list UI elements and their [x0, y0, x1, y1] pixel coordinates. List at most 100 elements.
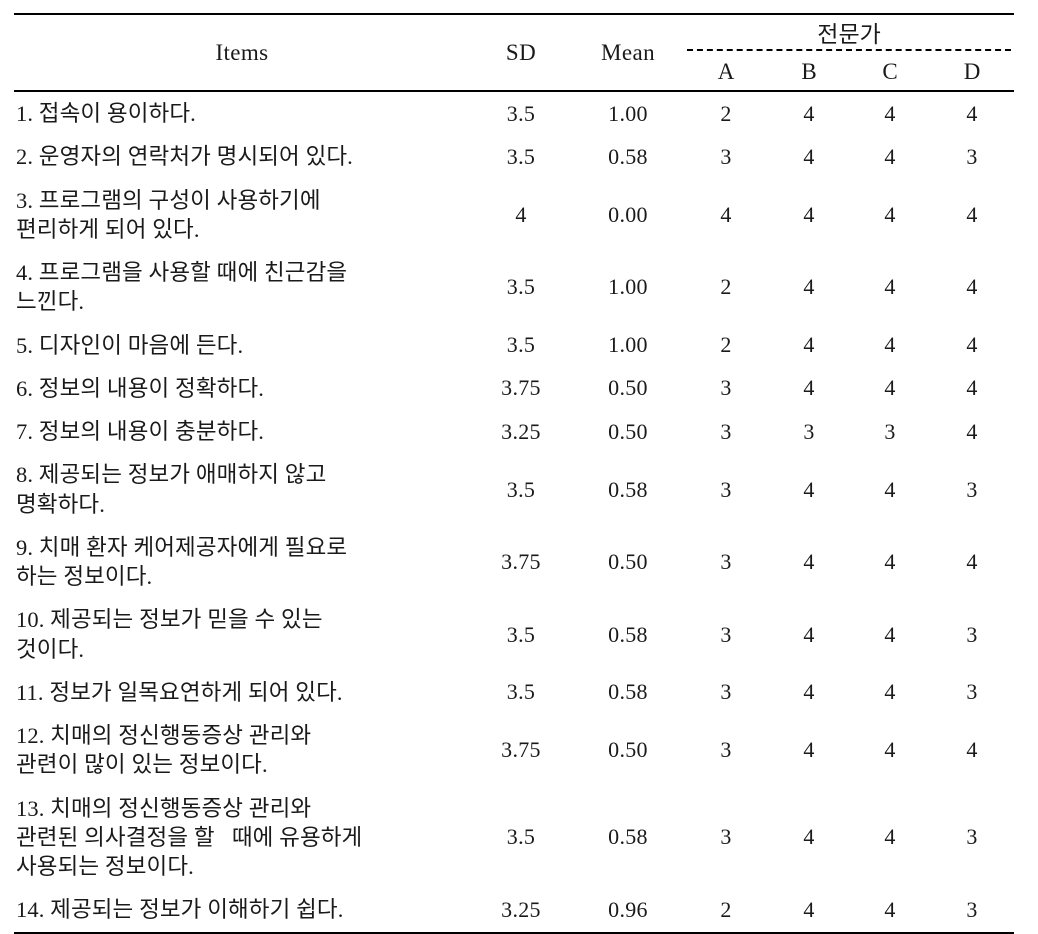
- cell-d: 3: [966, 824, 978, 850]
- cell-item: 6. 정보의 내용이 정확하다.: [16, 375, 264, 401]
- cell-a: 3: [720, 737, 732, 763]
- cell-item: 1. 접속이 용이하다.: [16, 101, 196, 126]
- table-row: 8. 제공되는 정보가 애매하지 않고 명확하다. 3.5 0.58 3 4 4 3: [14, 453, 1014, 526]
- cell-a: 4: [720, 201, 732, 227]
- table-row: 14. 제공되는 정보가 이해하기 쉽다. 3.25 0.96 2 4 4 3: [14, 888, 1015, 933]
- cell-sd: 3.25: [501, 896, 541, 922]
- cell-c: 4: [884, 143, 896, 169]
- cell-mean: 0.96: [608, 896, 648, 922]
- cell-sd: 3.5: [506, 621, 536, 647]
- cell-sd: 3.25: [501, 418, 541, 444]
- cell-b: 4: [803, 100, 815, 126]
- cell-b: 4: [803, 737, 815, 763]
- cell-a: 2: [720, 332, 732, 358]
- evaluation-table: Items SD Mean 전문가 A B C D 1. 접속이 용이하다. 3.…: [14, 13, 1015, 934]
- cell-item: 13. 치매의 정신행동증상 관리와 관련된 의사결정을 할 때에 유용하게 사…: [16, 795, 363, 880]
- cell-item: 5. 디자인이 마음에 든다.: [16, 332, 244, 358]
- cell-b: 4: [803, 375, 815, 401]
- cell-sd: 3.75: [501, 375, 541, 401]
- cell-d: 3: [966, 476, 978, 502]
- cell-a: 3: [720, 418, 732, 444]
- cell-d: 3: [966, 896, 978, 922]
- cell-mean: 1.00: [608, 332, 648, 358]
- table-row: 5. 디자인이 마음에 든다. 3.5 1.00 2 4 4 4: [14, 324, 1014, 367]
- table-row: 9. 치매 환자 케어제공자에게 필요로 하는 정보이다. 3.75 0.50 3 4 4…: [14, 526, 1014, 599]
- cell-a: 3: [720, 621, 732, 647]
- cell-item: 7. 정보의 내용이 충분하다.: [16, 419, 264, 444]
- cell-b: 4: [803, 476, 815, 502]
- cell-sd: 3.5: [506, 476, 536, 502]
- cell-sd: 3.5: [506, 679, 536, 705]
- cell-item: 4. 프로그램을 사용할 때에 친근감을 느낀다.: [16, 260, 348, 315]
- table-row: 2. 운영자의 연락처가 명시되어 있다. 3.5 0.58 3 4 4 3: [14, 135, 1014, 178]
- cell-mean: 1.00: [608, 100, 648, 126]
- cell-d: 4: [966, 737, 978, 763]
- cell-c: 4: [884, 549, 896, 574]
- cell-d: 4: [966, 100, 978, 126]
- cell-item: 12. 치매의 정신행동증상 관리와 관련이 많이 있는 정보이다.: [16, 723, 312, 778]
- column-header-d: D: [963, 59, 981, 84]
- cell-mean: 0.58: [608, 679, 648, 705]
- column-group-header-expert: 전문가: [684, 14, 1014, 54]
- cell-sd: 3.75: [501, 737, 541, 763]
- cell-item: 11. 정보가 일목요연하게 되어 있다.: [16, 679, 343, 705]
- cell-mean: 0.50: [608, 375, 648, 401]
- cell-b: 4: [803, 274, 815, 300]
- table-row: 3. 프로그램의 구성이 사용하기에 편리하게 되어 있다. 4 0.00 4 4 4 4: [14, 179, 1014, 252]
- column-group-header-expert-label: 전문가: [817, 22, 881, 47]
- cell-d: 4: [966, 418, 978, 444]
- cell-c: 4: [884, 375, 896, 401]
- cell-d: 4: [966, 549, 978, 574]
- header-row-top: Items SD Mean 전문가: [14, 14, 1015, 65]
- cell-a: 3: [720, 679, 732, 705]
- table-row: 1. 접속이 용이하다. 3.5 1.00 2 4 4 4: [14, 91, 1014, 135]
- cell-mean: 0.58: [608, 143, 648, 169]
- cell-c: 4: [884, 100, 896, 126]
- cell-c: 3: [884, 418, 896, 444]
- cell-d: 3: [966, 143, 978, 169]
- cell-c: 4: [884, 896, 896, 922]
- cell-mean: 1.00: [608, 274, 648, 300]
- cell-a: 3: [720, 143, 732, 169]
- cell-b: 4: [803, 143, 815, 169]
- cell-d: 3: [966, 621, 978, 647]
- cell-c: 4: [884, 621, 896, 647]
- cell-c: 4: [884, 476, 896, 502]
- cell-mean: 0.00: [608, 201, 648, 227]
- cell-d: 4: [966, 201, 978, 227]
- cell-b: 4: [803, 824, 815, 850]
- column-header-b: B: [801, 59, 817, 84]
- table-container: Items SD Mean 전문가 A B C D 1. 접속이 용이하다. 3.…: [14, 13, 1015, 934]
- cell-mean: 0.50: [608, 737, 648, 763]
- cell-a: 2: [720, 100, 732, 126]
- cell-d: 4: [966, 274, 978, 300]
- table-body: 1. 접속이 용이하다. 3.5 1.00 2 4 4 4 2. 운영자의 연락처가 명시되어…: [14, 91, 1015, 933]
- column-header-a: A: [717, 59, 735, 84]
- table-row: 11. 정보가 일목요연하게 되어 있다. 3.5 0.58 3 4 4 3: [14, 671, 1014, 714]
- cell-sd: 3.5: [506, 143, 536, 169]
- cell-mean: 0.58: [608, 621, 648, 647]
- table-page: Items SD Mean 전문가 A B C D 1. 접속이 용이하다. 3.…: [0, 0, 1038, 933]
- cell-c: 4: [884, 679, 896, 705]
- cell-d: 4: [966, 332, 978, 358]
- cell-sd: 3.75: [501, 549, 541, 574]
- table-row: 7. 정보의 내용이 충분하다. 3.25 0.50 3 3 3 4: [14, 410, 1014, 453]
- table-row: 6. 정보의 내용이 정확하다. 3.75 0.50 3 4 4 4: [14, 367, 1014, 410]
- cell-a: 3: [720, 549, 732, 574]
- column-header-c: C: [882, 59, 898, 84]
- column-header-items: Items: [215, 39, 269, 65]
- cell-d: 3: [966, 679, 978, 705]
- cell-item: 3. 프로그램의 구성이 사용하기에 편리하게 되어 있다.: [16, 187, 321, 242]
- cell-sd: 3.5: [506, 332, 536, 358]
- group-header-dashed-rule: [687, 49, 1012, 51]
- table-row: 4. 프로그램을 사용할 때에 친근감을 느낀다. 3.5 1.00 2 4 4 4: [14, 251, 1014, 324]
- cell-a: 3: [720, 824, 732, 850]
- cell-c: 4: [884, 824, 896, 850]
- table-header: Items SD Mean 전문가 A B C D: [14, 14, 1015, 91]
- table-row: 12. 치매의 정신행동증상 관리와 관련이 많이 있는 정보이다. 3.75 0.…: [14, 714, 1014, 787]
- cell-b: 4: [803, 621, 815, 647]
- cell-item: 9. 치매 환자 케어제공자에게 필요로 하는 정보이다.: [16, 534, 348, 589]
- cell-c: 4: [884, 201, 896, 227]
- cell-b: 4: [803, 201, 815, 227]
- cell-d: 4: [966, 375, 978, 401]
